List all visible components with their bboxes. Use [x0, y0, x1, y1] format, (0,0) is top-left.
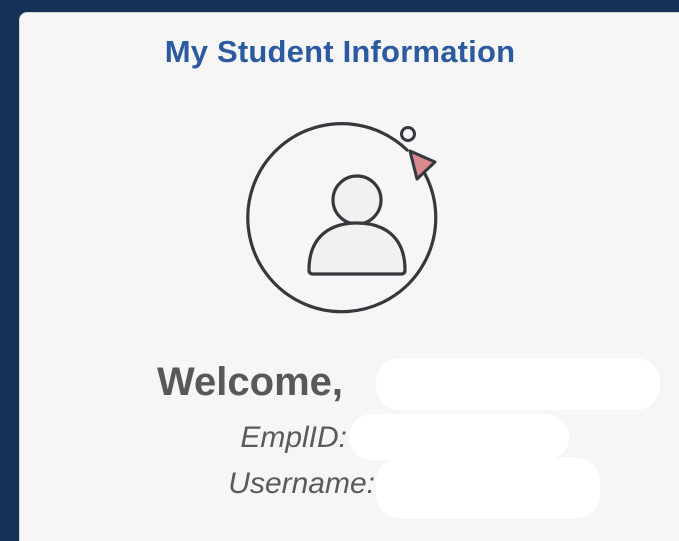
profile-refresh-icon	[237, 112, 477, 352]
username-row: Username:	[0, 458, 679, 518]
page: My Student Information Welcome, EmplID: …	[0, 0, 679, 541]
redacted-username	[376, 458, 600, 518]
welcome-row: Welcome,	[0, 356, 679, 410]
tile-title: My Student Information	[164, 34, 516, 69]
welcome-label: Welcome,	[157, 360, 343, 404]
emplid-row: EmplID:	[0, 414, 679, 460]
redacted-name	[376, 358, 660, 410]
emplid-label: EmplID:	[240, 421, 347, 454]
redacted-emplid	[349, 414, 569, 460]
username-label: Username:	[228, 467, 375, 500]
